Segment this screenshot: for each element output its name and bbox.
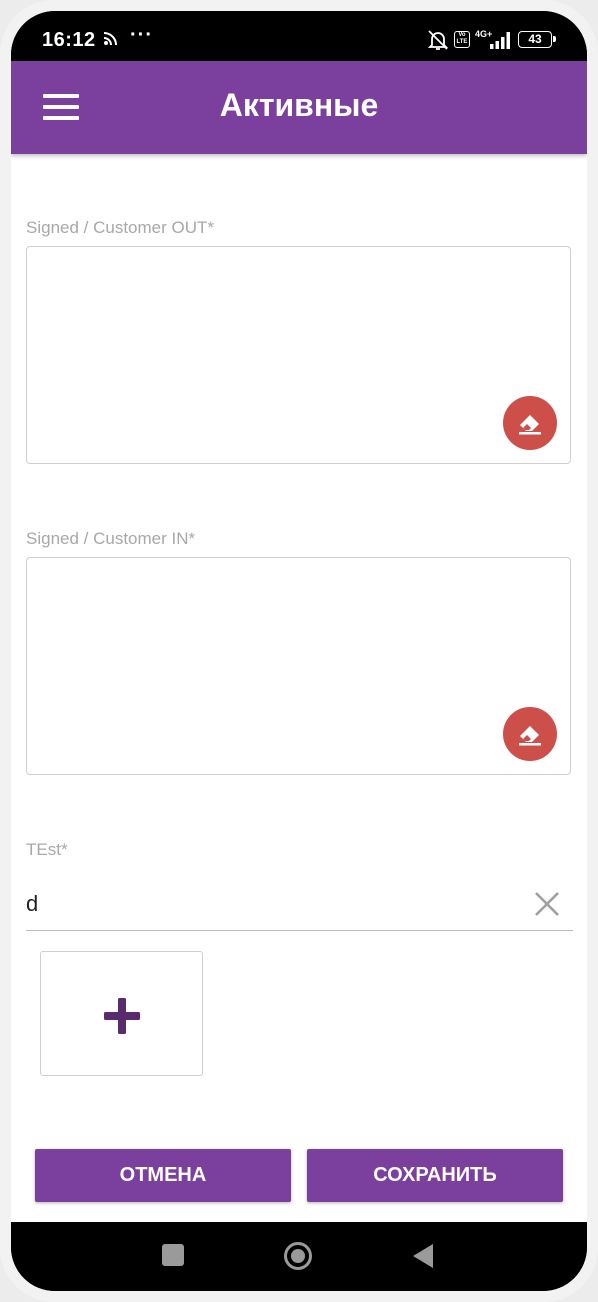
signature-in-pad[interactable]: [26, 557, 571, 775]
test-input[interactable]: d: [26, 877, 573, 931]
erase-signature-out-button[interactable]: [503, 396, 557, 450]
status-bar: 16:12 ··· Vo LTE 4G+ 43: [11, 11, 587, 61]
battery-icon: 43: [518, 31, 556, 48]
app-bar: Активные: [11, 61, 587, 154]
device-frame: 16:12 ··· Vo LTE 4G+ 43 Активные Signed …: [0, 0, 598, 1302]
recent-apps-icon[interactable]: [162, 1244, 184, 1266]
eraser-icon: [519, 726, 541, 746]
eraser-icon: [519, 415, 541, 435]
cancel-button[interactable]: ОТМЕНА: [35, 1149, 291, 1202]
screen: 16:12 ··· Vo LTE 4G+ 43 Активные Signed …: [11, 11, 587, 1291]
system-nav-bar: [11, 1222, 587, 1291]
page-title: Активные: [219, 87, 379, 123]
add-attachment-button[interactable]: [40, 951, 203, 1076]
clear-icon[interactable]: [534, 891, 560, 917]
test-field-label: TEst*: [26, 840, 68, 859]
plus-icon: [104, 998, 140, 1034]
erase-signature-in-button[interactable]: [503, 707, 557, 761]
cast-icon: [104, 32, 117, 45]
home-icon[interactable]: [284, 1242, 312, 1270]
signature-out-pad[interactable]: [26, 246, 571, 464]
status-time: 16:12: [42, 29, 96, 51]
signal-icon: [490, 32, 510, 49]
back-icon[interactable]: [412, 1243, 434, 1269]
signature-out-label: Signed / Customer OUT*: [26, 218, 215, 237]
bell-muted-icon: [427, 30, 449, 50]
more-notifications-icon: ···: [130, 24, 153, 46]
signature-in-label: Signed / Customer IN*: [26, 529, 196, 548]
save-button[interactable]: СОХРАНИТЬ: [307, 1149, 563, 1202]
form-content: Signed / Customer OUT* Signed / Customer…: [11, 154, 587, 1222]
test-input-value[interactable]: d: [26, 891, 38, 917]
volte-icon: Vo LTE: [454, 31, 470, 48]
